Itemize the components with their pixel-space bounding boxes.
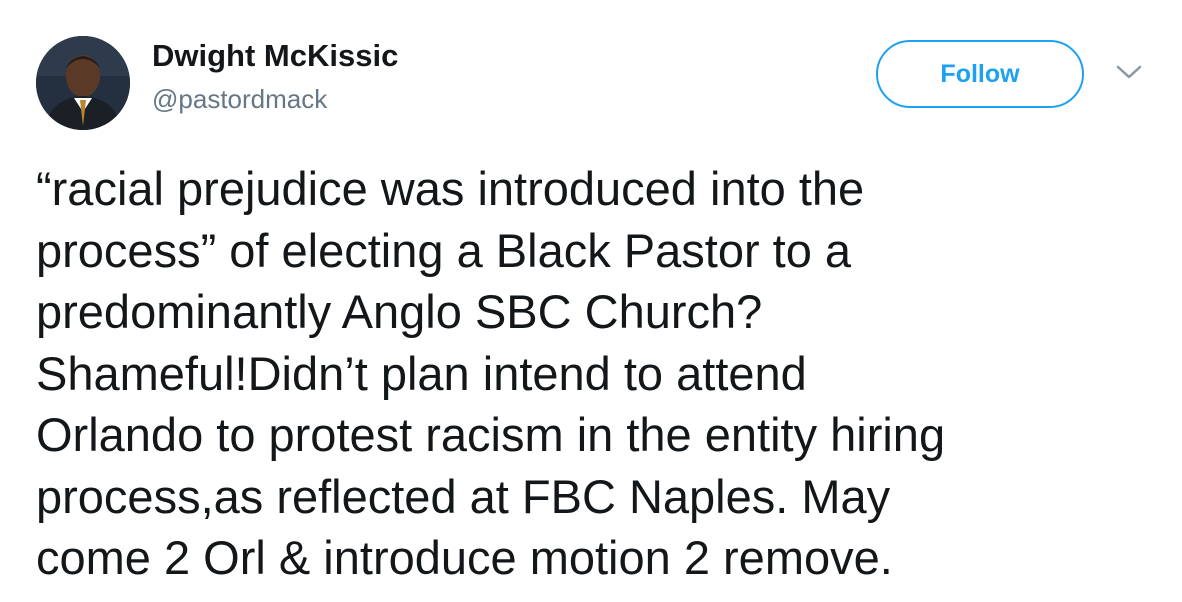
display-name[interactable]: Dwight McKissic [152, 36, 398, 76]
chevron-down-icon-glyph [1116, 65, 1142, 79]
tweet-text: “racial prejudice was introduced into th… [36, 158, 1156, 589]
tweet-text-line: Shameful!Didn’t plan intend to attend [36, 346, 807, 400]
tweet-header: Dwight McKissic @pastordmack Follow [0, 0, 1182, 140]
tweet-text-line: process” of electing a Black Pastor to a [36, 223, 852, 277]
chevron-down-icon[interactable] [1116, 64, 1142, 80]
user-handle[interactable]: @pastordmack [152, 82, 327, 116]
tweet-text-line: come 2 Orl & introduce motion 2 remove. [36, 531, 893, 584]
avatar-image [36, 36, 130, 130]
tweet-text-line: Orlando to protest racism in the entity … [36, 408, 946, 461]
avatar[interactable] [36, 36, 130, 130]
tweet-text-line: predominantly Anglo SBC Church? [36, 285, 763, 338]
tweet-text-line: process,as reflected at FBC Naples. May [36, 469, 891, 523]
tweet-text-line: “racial prejudice was introduced into th… [36, 162, 865, 215]
follow-button[interactable]: Follow [876, 40, 1084, 108]
